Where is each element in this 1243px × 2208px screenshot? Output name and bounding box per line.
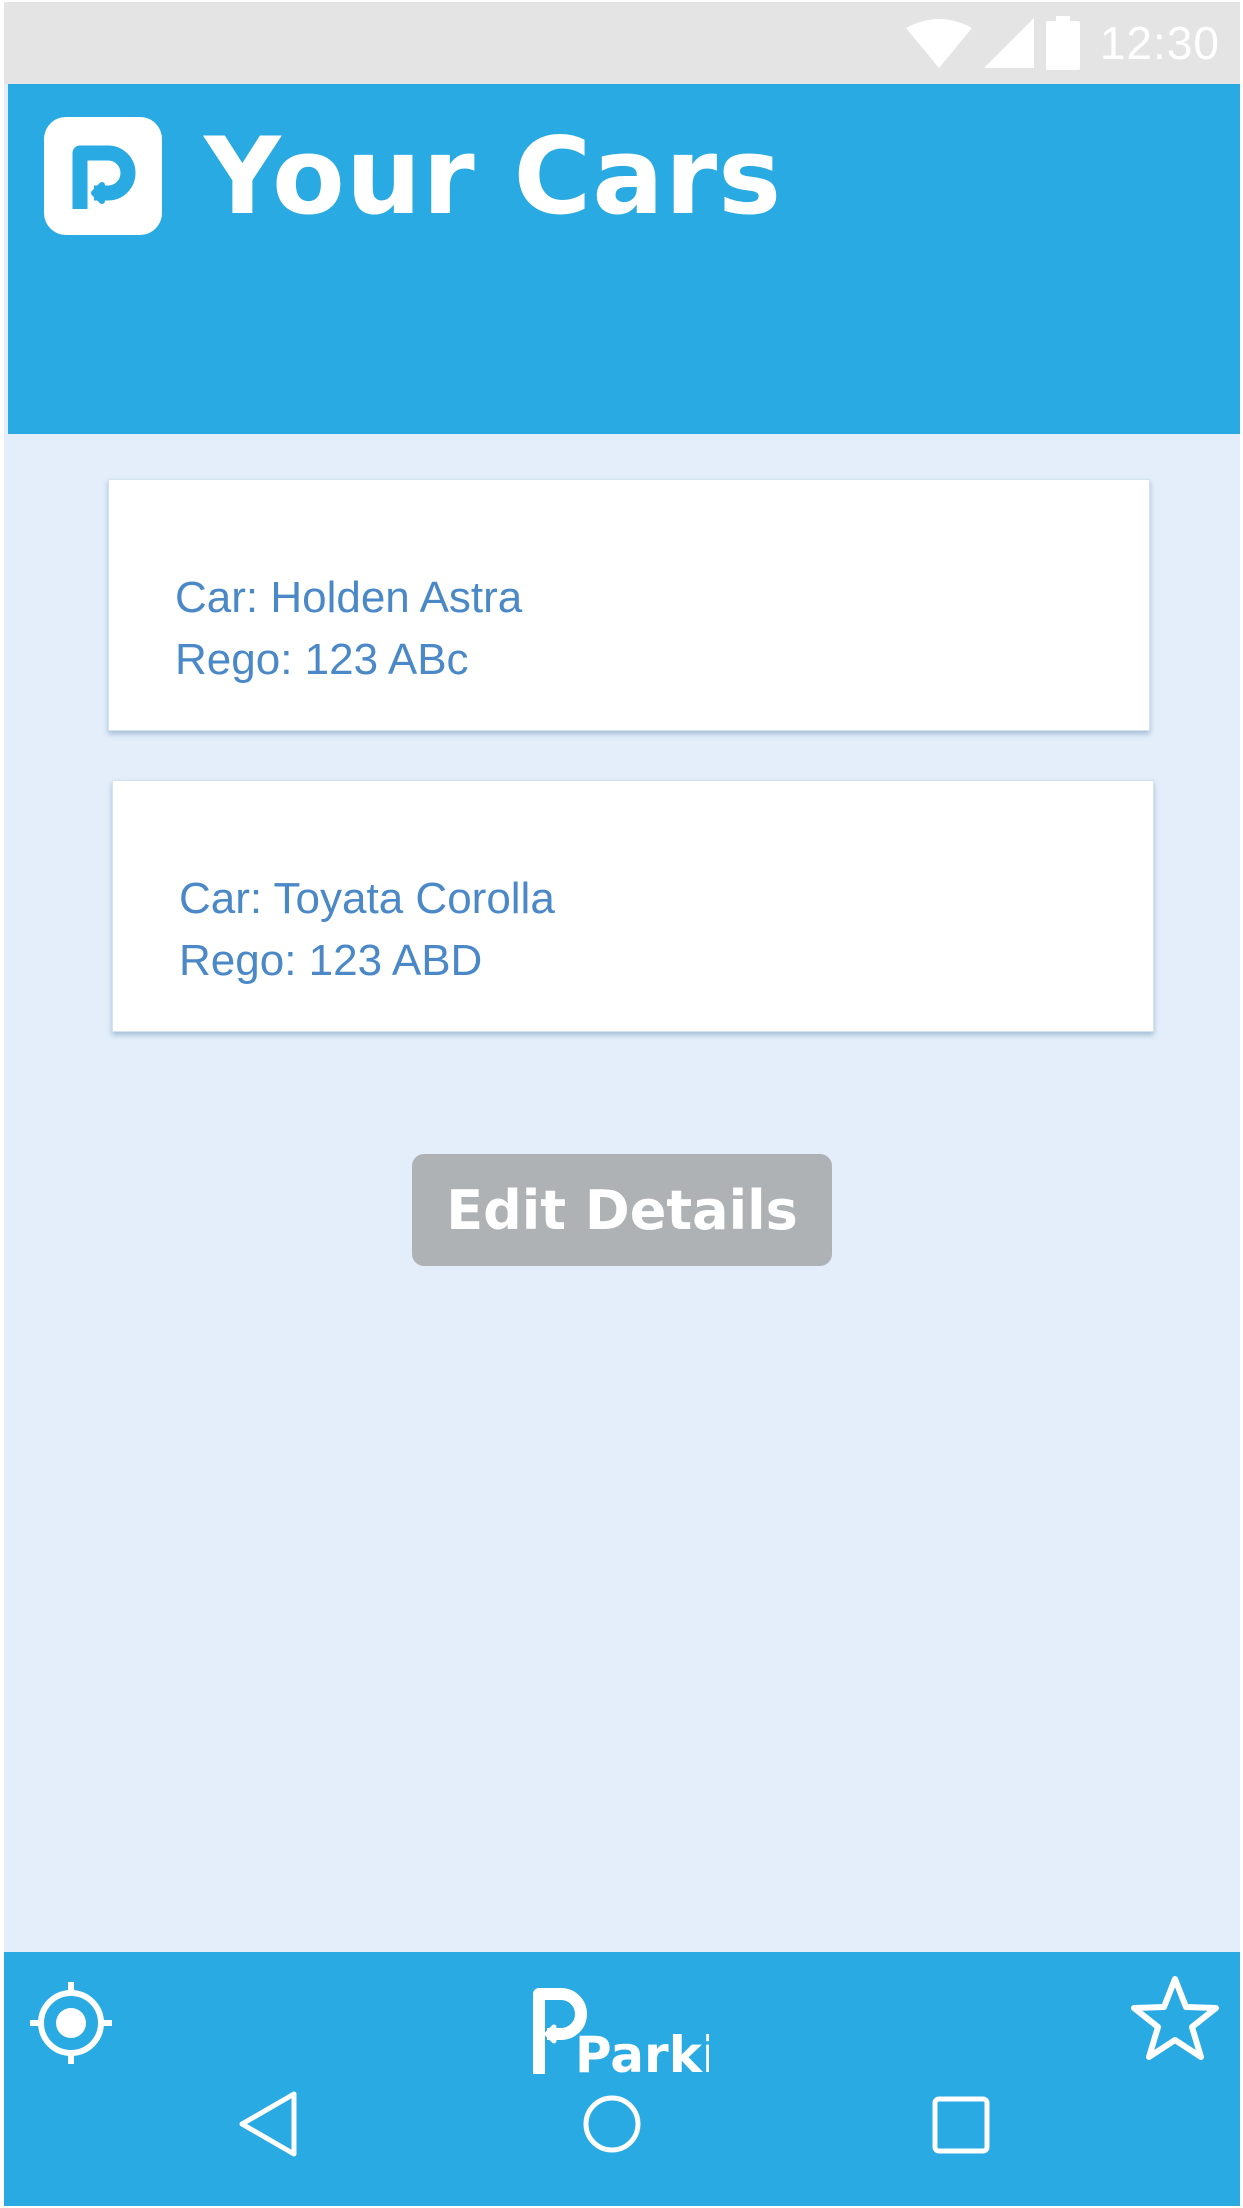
- recents-icon[interactable]: [932, 2096, 990, 2154]
- parking-logo-icon: [44, 117, 162, 235]
- car-card[interactable]: Car: Toyata Corolla Rego: 123 ABD: [112, 780, 1154, 1032]
- location-target-icon[interactable]: [28, 1980, 114, 2066]
- back-icon[interactable]: [236, 2090, 300, 2158]
- home-icon[interactable]: [582, 2094, 642, 2154]
- star-icon[interactable]: [1130, 1974, 1220, 2064]
- status-time: 12:30: [1099, 17, 1220, 69]
- parkit-logo[interactable]: Parkit.: [529, 1982, 762, 2087]
- car-rego-text: Rego: 123 ABD: [179, 936, 483, 985]
- status-bar: 12:30: [4, 2, 1240, 84]
- car-rego-text: Rego: 123 ABc: [175, 635, 469, 684]
- status-icons: 12:30: [905, 2, 1220, 84]
- car-model-text: Car: Holden Astra: [175, 573, 523, 622]
- page-title: Your Cars: [204, 115, 783, 238]
- car-model-text: Car: Toyata Corolla: [179, 874, 555, 923]
- battery-icon: [1045, 16, 1080, 70]
- brand-text: Parkit.: [575, 2026, 709, 2082]
- wifi-icon: [905, 19, 972, 68]
- app-screen: 12:30 Your Cars Car: Holden Astra Rego: …: [4, 2, 1240, 2206]
- car-card[interactable]: Car: Holden Astra Rego: 123 ABc: [108, 479, 1150, 731]
- edit-details-button[interactable]: Edit Details: [412, 1154, 832, 1266]
- signal-icon: [983, 18, 1034, 68]
